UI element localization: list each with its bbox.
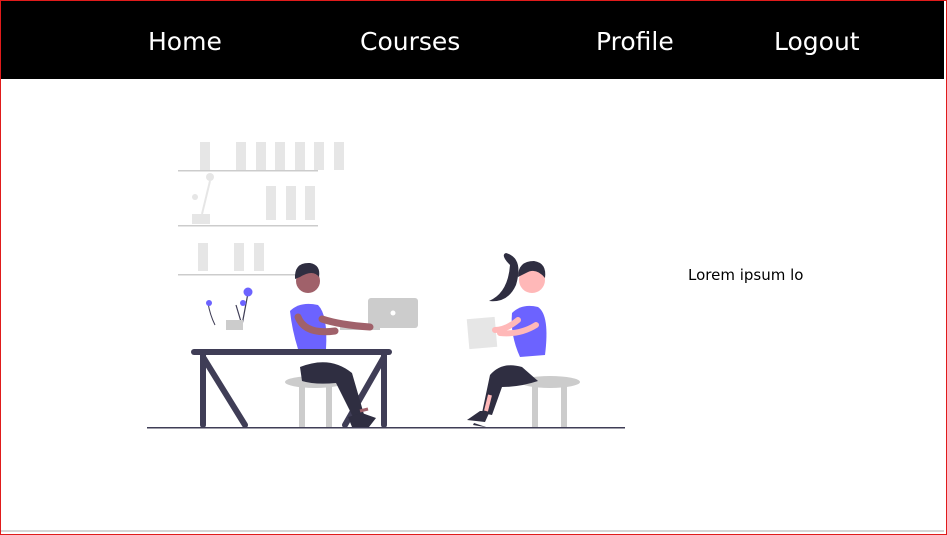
bookshelf xyxy=(178,142,344,276)
nav-link-courses[interactable]: Courses xyxy=(360,23,460,61)
nav-link-logout[interactable]: Logout xyxy=(774,23,860,61)
nav-link-profile[interactable]: Profile xyxy=(596,23,674,61)
description-text: Lorem ipsum lo xyxy=(688,266,804,284)
floor-line xyxy=(147,427,625,429)
nav-link-home[interactable]: Home xyxy=(148,23,222,61)
meeting-illustration xyxy=(147,142,625,429)
plant xyxy=(206,287,253,330)
navbar: Home Courses Profile Logout xyxy=(1,1,944,79)
person-right xyxy=(466,253,580,427)
bottom-divider xyxy=(1,530,944,532)
person-left xyxy=(285,262,376,427)
